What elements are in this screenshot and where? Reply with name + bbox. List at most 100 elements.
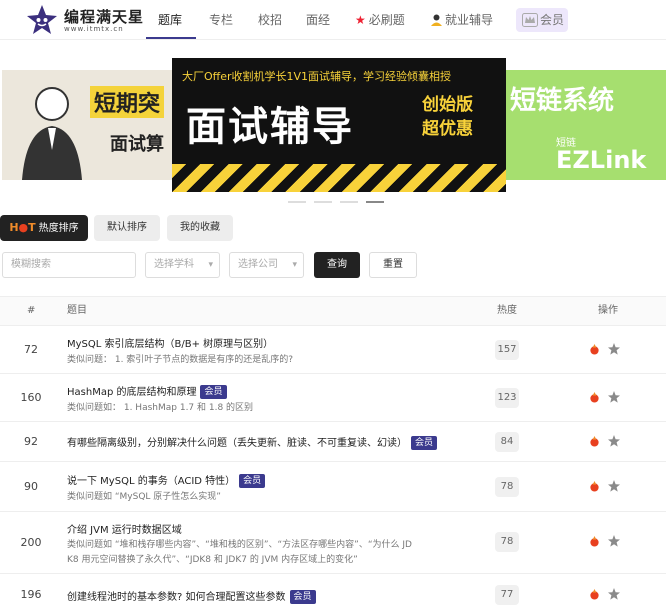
nav-interview-experience[interactable]: 面经 xyxy=(306,0,330,40)
star-icon[interactable] xyxy=(608,588,620,600)
banner-right-brand: EZLink xyxy=(556,146,647,174)
reset-button[interactable]: 重置 xyxy=(369,252,417,278)
person-illustration-icon xyxy=(22,87,82,180)
nav-column[interactable]: 专栏 xyxy=(209,0,233,40)
carousel-dot[interactable] xyxy=(340,201,358,203)
nav-must-do[interactable]: ★ 必刷题 xyxy=(355,0,405,40)
row-index: 200 xyxy=(20,536,42,549)
row-index: 196 xyxy=(20,588,42,601)
heat-value: 123 xyxy=(495,388,519,408)
row-index: 92 xyxy=(24,435,38,448)
row-title[interactable]: 介绍 JVM 运行时数据区域 xyxy=(67,521,182,536)
row-title[interactable]: 创建线程池时的基本参数? 如何合理配置这些参数 会员 xyxy=(67,588,316,604)
banner-slide-prev[interactable]: 短期突 面试算 xyxy=(2,70,172,180)
star-icon: ★ xyxy=(355,13,366,27)
row-index: 160 xyxy=(20,391,42,404)
row-title[interactable]: HashMap 的底层结构和原理 会员 xyxy=(67,383,227,399)
fire-icon xyxy=(590,589,599,600)
banner-hazard-stripe xyxy=(172,164,506,192)
fire-icon: ● xyxy=(18,221,29,234)
row-similar: 类似问题如 “MySQL 原子性怎么实现” xyxy=(67,492,221,502)
header-actions: 操作 xyxy=(598,305,618,316)
banner-carousel[interactable]: 短期突 面试算 短链系统 短链 EZLink 大厂Offer收割机学长1V1面试… xyxy=(0,58,666,203)
vip-badge: 会员 xyxy=(200,385,227,399)
query-button[interactable]: 查询 xyxy=(314,252,360,278)
subject-select-placeholder: 选择学科 xyxy=(154,259,194,270)
row-index: 72 xyxy=(24,343,38,356)
header-title: 题目 xyxy=(67,305,87,316)
heat-value: 78 xyxy=(495,532,519,552)
row-similar: 类似问题如： 1. HashMap 1.7 和 1.8 的区别 xyxy=(67,403,254,413)
vip-badge: 会员 xyxy=(239,474,266,488)
table-row[interactable]: 200 介绍 JVM 运行时数据区域 类似问题如 “堆和栈存哪些内容”、“堆和栈… xyxy=(0,512,666,574)
row-title-text: 说一下 MySQL 的事务（ACID 特性） xyxy=(67,476,236,487)
sort-tab-default[interactable]: 默认排序 xyxy=(94,215,160,241)
fire-icon xyxy=(590,344,599,355)
banner-right-title: 短链系统 xyxy=(510,86,615,116)
person-icon xyxy=(431,14,442,26)
fire-icon xyxy=(590,392,599,403)
row-similar-continued: K8 用元空间替换了永久代”、“JDK8 和 JDK7 的 JVM 内存区域上的… xyxy=(67,555,358,565)
banner-main-promo: 超优惠 xyxy=(422,119,473,139)
table-row[interactable]: 160 HashMap 的底层结构和原理 会员 类似问题如： 1. HashMap… xyxy=(0,374,666,422)
heat-value: 84 xyxy=(495,432,519,452)
company-select[interactable]: 选择公司 ▾ xyxy=(229,252,304,278)
nav-question-bank[interactable]: 题库 xyxy=(158,0,182,40)
heat-value: 157 xyxy=(495,340,519,360)
vip-badge: 会员 xyxy=(411,436,438,450)
banner-main-subtitle: 大厂Offer收割机学长1V1面试辅导，学习经验倾囊相授 xyxy=(182,70,452,83)
heat-value: 77 xyxy=(495,585,519,605)
row-title-text: 创建线程池时的基本参数? 如何合理配置这些参数 xyxy=(67,592,286,603)
carousel-dot-active[interactable] xyxy=(366,201,384,203)
fire-icon xyxy=(590,436,599,447)
vip-button[interactable]: 会员 xyxy=(516,8,568,32)
banner-left-subline: 面试算 xyxy=(110,134,164,155)
chevron-down-icon: ▾ xyxy=(208,260,213,270)
site-logo[interactable]: 编程满天星 www.itmtx.cn xyxy=(26,4,156,36)
vip-badge: 会员 xyxy=(289,590,316,604)
nav-career-coaching[interactable]: 就业辅导 xyxy=(431,0,493,40)
hot-letter-t: T xyxy=(28,221,36,234)
banner-left-headline: 短期突 xyxy=(90,86,165,118)
row-index: 90 xyxy=(24,480,38,493)
search-input[interactable]: 模糊搜索 xyxy=(2,252,136,278)
table-row[interactable]: 92 有哪些隔离级别，分别解决什么问题（丢失更新、脏读、不可重复读、幻读） 会员 … xyxy=(0,422,666,462)
nav-career-coaching-label: 就业辅导 xyxy=(445,13,494,27)
fire-icon xyxy=(590,536,599,547)
fire-icon xyxy=(590,481,599,492)
table-row[interactable]: 196 创建线程池时的基本参数? 如何合理配置这些参数 会员 77 xyxy=(0,574,666,613)
table-row[interactable]: 72 MySQL 索引底层结构（B/B+ 树原理与区别） 类似问题： 1. 索引… xyxy=(0,326,666,374)
brand-name: 编程满天星 xyxy=(64,8,145,26)
sort-tab-favorites[interactable]: 我的收藏 xyxy=(167,215,233,241)
row-title[interactable]: 说一下 MySQL 的事务（ACID 特性） 会员 xyxy=(67,472,266,488)
subject-select[interactable]: 选择学科 ▾ xyxy=(145,252,220,278)
row-similar: 类似问题： 1. 索引叶子节点的数据是有序的还是乱序的? xyxy=(67,355,294,365)
nav-campus-recruit[interactable]: 校招 xyxy=(258,0,282,40)
header-index: # xyxy=(27,305,36,316)
table-row[interactable]: 90 说一下 MySQL 的事务（ACID 特性） 会员 类似问题如 “MySQL… xyxy=(0,462,666,512)
sort-tab-hot-label: 热度排序 xyxy=(38,223,79,234)
star-icon[interactable] xyxy=(608,535,620,547)
row-title-text: HashMap 的底层结构和原理 xyxy=(67,387,197,398)
banner-main-headline: 面试辅导 xyxy=(186,104,354,150)
banner-slide-current[interactable]: 大厂Offer收割机学长1V1面试辅导，学习经验倾囊相授 面试辅导 创始版 超优… xyxy=(172,58,506,192)
active-tab-indicator xyxy=(146,37,196,39)
table-header: # 题目 热度 操作 xyxy=(0,296,666,326)
banner-slide-next[interactable]: 短链系统 短链 EZLink xyxy=(506,70,666,180)
carousel-dot[interactable] xyxy=(314,201,332,203)
row-title[interactable]: 有哪些隔离级别，分别解决什么问题（丢失更新、脏读、不可重复读、幻读） 会员 xyxy=(67,434,438,450)
vip-button-label: 会员 xyxy=(540,13,565,27)
carousel-dot[interactable] xyxy=(288,201,306,203)
star-icon[interactable] xyxy=(608,391,620,403)
star-icon[interactable] xyxy=(608,480,620,492)
crown-icon xyxy=(522,13,538,27)
sort-tab-hot[interactable]: H●T 热度排序 xyxy=(0,215,88,241)
hot-letter-h: H xyxy=(9,221,19,234)
nav-must-do-label: 必刷题 xyxy=(368,13,405,27)
header-heat: 热度 xyxy=(497,305,517,316)
star-icon[interactable] xyxy=(608,343,620,355)
company-select-placeholder: 选择公司 xyxy=(238,259,278,270)
row-title-text: 有哪些隔离级别，分别解决什么问题（丢失更新、脏读、不可重复读、幻读） xyxy=(67,438,407,449)
row-title[interactable]: MySQL 索引底层结构（B/B+ 树原理与区别） xyxy=(67,335,273,350)
star-icon[interactable] xyxy=(608,435,620,447)
